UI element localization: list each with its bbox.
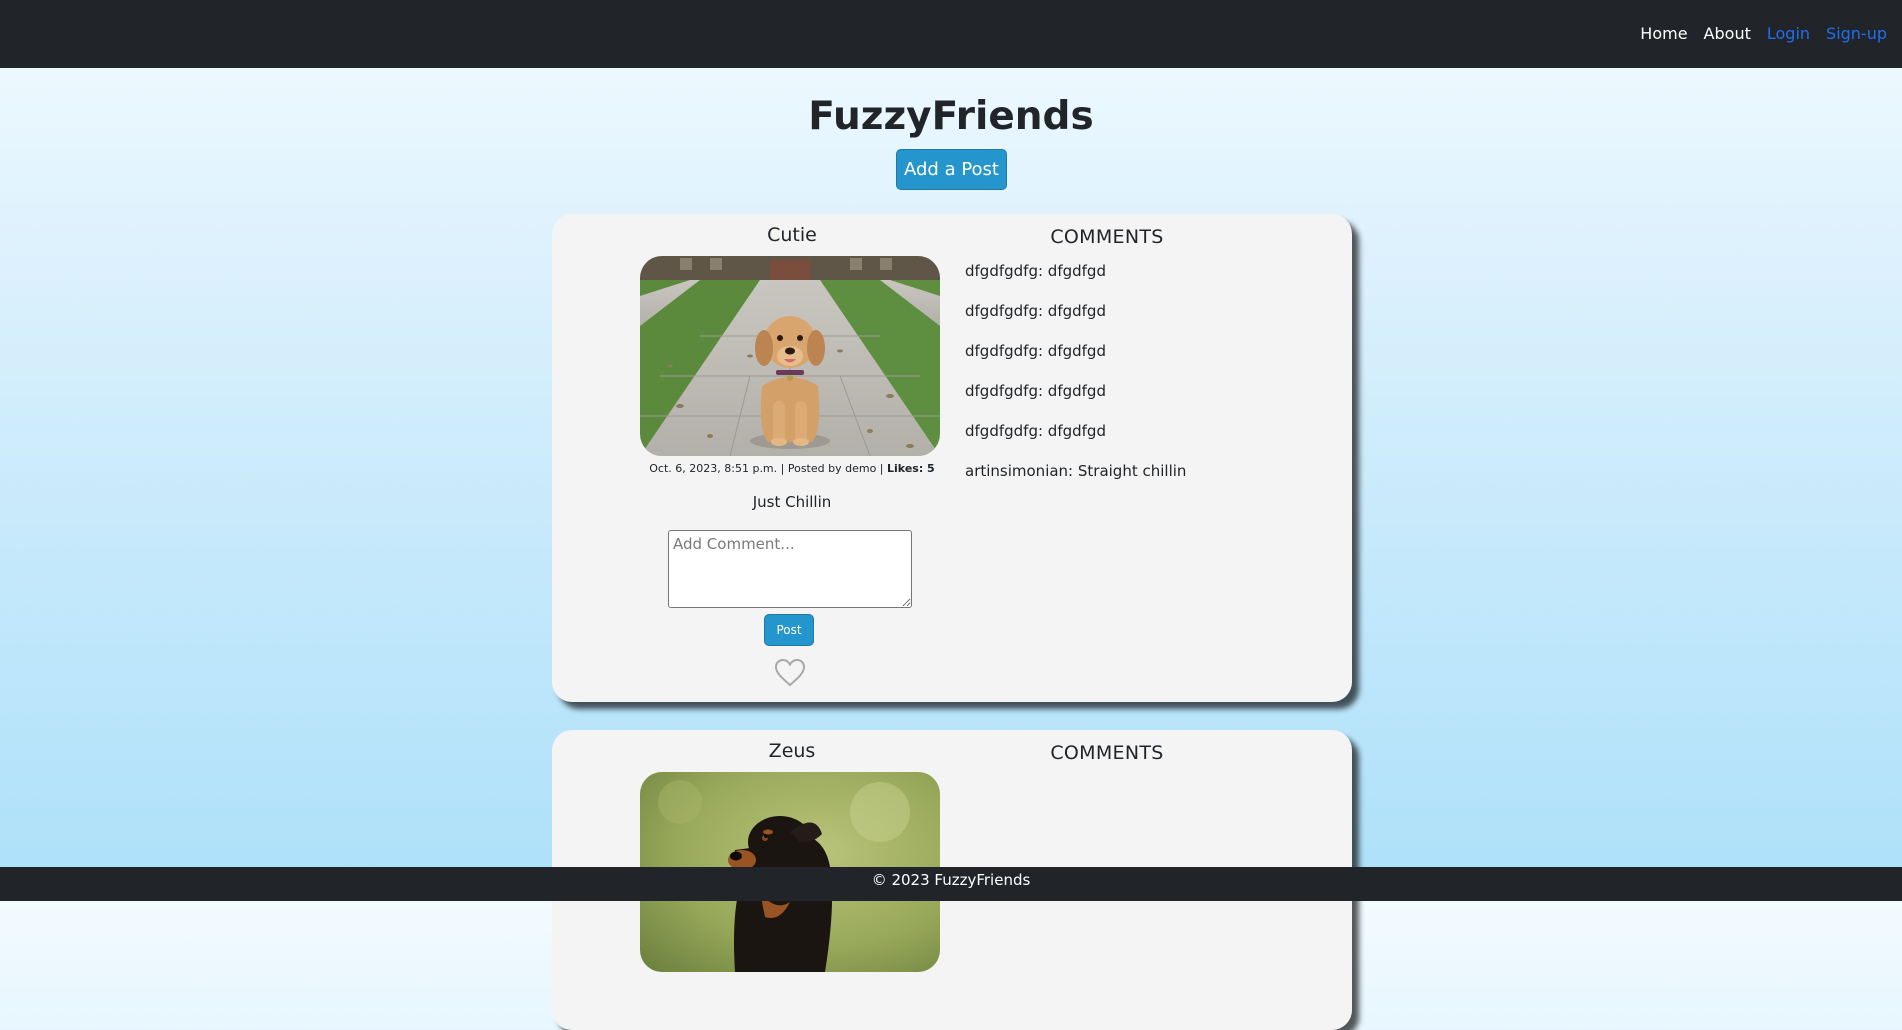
comment-item: dfgdfgdfg: dfgdfgd: [965, 422, 1106, 440]
post-title: Zeus: [768, 740, 816, 762]
footer-copyright: © 2023 FuzzyFriends: [871, 871, 1031, 889]
nav-links: Home About Login Sign-up: [1632, 24, 1902, 44]
post-caption: Just Chillin: [752, 493, 832, 511]
comment-item: dfgdfgdfg: dfgdfgd: [965, 302, 1106, 320]
site-footer: © 2023 FuzzyFriends: [0, 867, 1902, 901]
heart-outline-icon[interactable]: [774, 658, 806, 688]
post-title: Cutie: [767, 224, 817, 246]
comment-item: dfgdfgdfg: dfgdfgd: [965, 262, 1106, 280]
top-navbar: Home About Login Sign-up: [0, 0, 1902, 68]
golden-retriever-puppy-illustration: [640, 256, 940, 456]
nav-login-link[interactable]: Login: [1759, 24, 1818, 44]
page-title: FuzzyFriends: [808, 94, 1094, 139]
post-comment-button[interactable]: Post: [764, 614, 814, 646]
post-likes: Likes: 5: [887, 462, 935, 475]
nav-signup-link[interactable]: Sign-up: [1818, 24, 1895, 44]
nav-home-link[interactable]: Home: [1632, 24, 1695, 44]
comment-item: dfgdfgdfg: dfgdfgd: [965, 342, 1106, 360]
add-comment-input[interactable]: [668, 530, 912, 608]
post-date: Oct. 6, 2023, 8:51 p.m.: [649, 462, 778, 475]
post-card: Cutie Oct. 6, 2023, 8:51 p.m. | Posted b…: [552, 214, 1352, 702]
comment-item: dfgdfgdfg: dfgdfgd: [965, 382, 1106, 400]
comments-heading: COMMENTS: [1050, 742, 1164, 764]
post-author: Posted by demo: [787, 462, 877, 475]
comment-item: artinsimonian: Straight chillin: [965, 462, 1187, 480]
main-content: FuzzyFriends Add a Post Cutie Oct. 6, 20…: [0, 68, 1902, 1030]
post-meta: Oct. 6, 2023, 8:51 p.m. | Posted by demo…: [649, 462, 935, 475]
comments-heading: COMMENTS: [1050, 226, 1164, 248]
nav-about-link[interactable]: About: [1696, 24, 1759, 44]
comments-list: dfgdfgdfg: dfgdfgd dfgdfgdfg: dfgdfgd df…: [965, 262, 1335, 502]
post-image-puppy: [640, 256, 940, 456]
add-post-button[interactable]: Add a Post: [896, 149, 1007, 190]
